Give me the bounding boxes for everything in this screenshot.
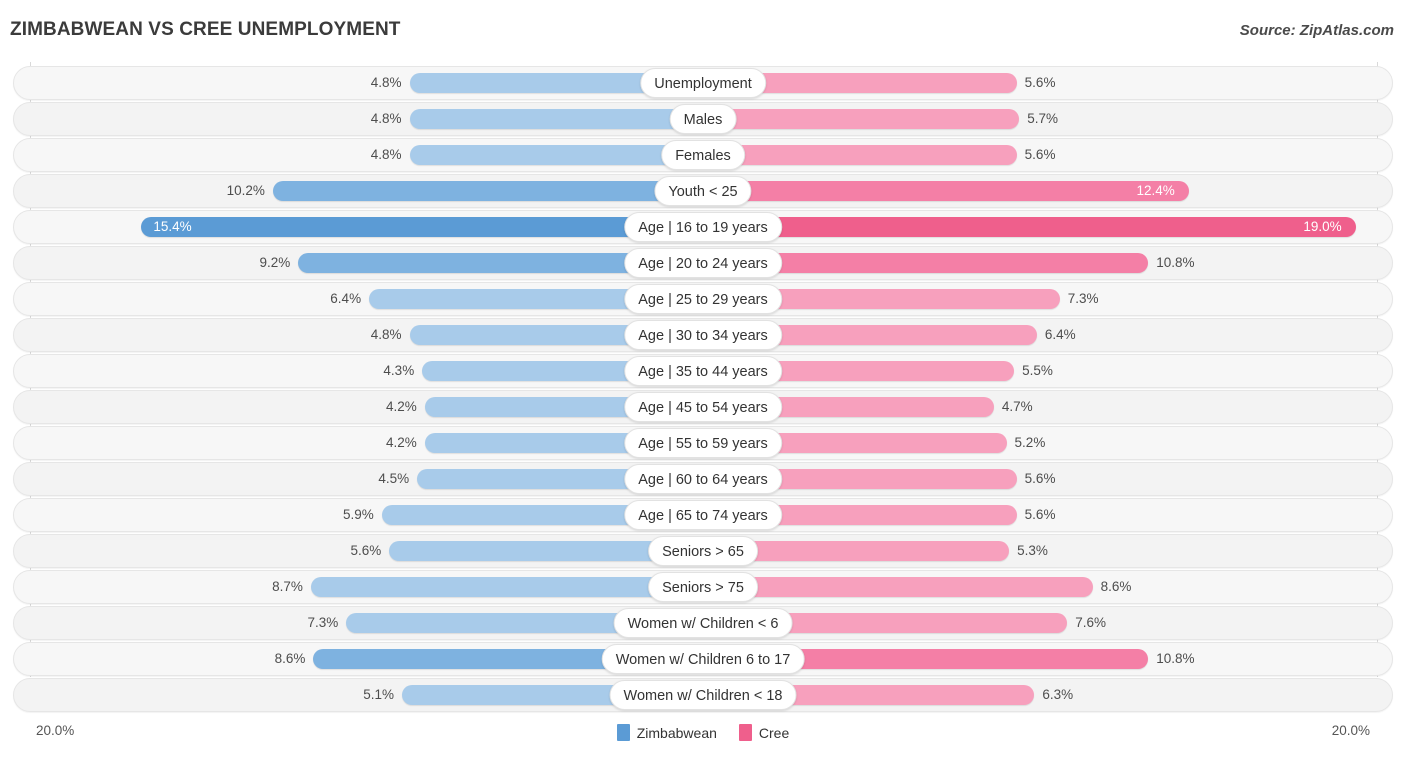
category-label-pill[interactable]: Females (661, 140, 745, 170)
chart-row: 4.8% 6.4% Age | 30 to 34 years (0, 318, 1406, 352)
category-label-pill[interactable]: Seniors > 65 (648, 536, 758, 566)
bar-right-cree (703, 109, 1020, 129)
chart-row: 4.8% 5.6% Unemployment (0, 66, 1406, 100)
value-label-left: 4.5% (378, 471, 410, 486)
chart-row: 10.2% 12.4% Youth < 25 (0, 174, 1406, 208)
bar-left-zimbabwean (409, 109, 703, 129)
category-label-pill[interactable]: Age | 55 to 59 years (624, 428, 782, 458)
value-label-left: 4.8% (370, 147, 402, 162)
chart-row: 5.6% 5.3% Seniors > 65 (0, 534, 1406, 568)
chart-row: 8.7% 8.6% Seniors > 75 (0, 570, 1406, 604)
legend-swatch-icon (616, 724, 630, 741)
chart-row: 4.3% 5.5% Age | 35 to 44 years (0, 354, 1406, 388)
category-label-pill[interactable]: Unemployment (640, 68, 766, 98)
legend-item[interactable]: Zimbabwean (616, 724, 717, 741)
value-label-left: 4.2% (385, 399, 417, 414)
category-label-pill[interactable]: Age | 35 to 44 years (624, 356, 782, 386)
value-label-left: 4.8% (370, 111, 402, 126)
chart-row: 4.5% 5.6% Age | 60 to 64 years (0, 462, 1406, 496)
legend-label: Zimbabwean (636, 724, 717, 741)
value-label-right: 7.3% (1067, 291, 1099, 306)
bar-left-zimbabwean (272, 181, 703, 201)
value-label-left: 4.2% (385, 435, 417, 450)
value-label-left: 4.8% (370, 327, 402, 342)
value-label-right: 6.4% (1044, 327, 1076, 342)
chart-row: 4.2% 4.7% Age | 45 to 54 years (0, 390, 1406, 424)
value-label-left: 4.8% (370, 75, 402, 90)
bar-left-zimbabwean (310, 577, 703, 597)
category-label-pill[interactable]: Age | 16 to 19 years (624, 212, 782, 242)
value-label-right: 19.0% (1303, 219, 1342, 234)
chart-footer: 20.0% 20.0% Zimbabwean Cree (0, 715, 1406, 757)
category-label-pill[interactable]: Seniors > 75 (648, 572, 758, 602)
page-title: ZIMBABWEAN VS CREE UNEMPLOYMENT (10, 19, 401, 40)
chart-row: 8.6% 10.8% Women w/ Children 6 to 17 (0, 642, 1406, 676)
legend-swatch-icon (738, 724, 752, 741)
value-label-right: 5.7% (1027, 111, 1058, 126)
value-label-right: 8.6% (1100, 579, 1132, 594)
chart-row: 5.9% 5.6% Age | 65 to 74 years (0, 498, 1406, 532)
value-label-left: 6.4% (330, 291, 362, 306)
value-label-right: 5.6% (1024, 147, 1056, 162)
chart-row: 6.4% 7.3% Age | 25 to 29 years (0, 282, 1406, 316)
bar-left-zimbabwean (409, 145, 703, 165)
legend-item[interactable]: Cree (738, 724, 790, 741)
category-label-pill[interactable]: Women w/ Children < 18 (609, 680, 797, 710)
category-label-pill[interactable]: Age | 45 to 54 years (624, 392, 782, 422)
value-label-left: 5.9% (342, 507, 374, 522)
legend-label: Cree (758, 724, 790, 741)
value-label-left: 9.2% (259, 255, 291, 270)
value-label-right: 5.6% (1024, 507, 1056, 522)
value-label-right: 7.6% (1075, 615, 1107, 630)
value-label-right: 6.3% (1042, 687, 1074, 702)
chart-root: ZIMBABWEAN VS CREE UNEMPLOYMENT Source: … (0, 0, 1406, 757)
value-label-left: 7.3% (307, 615, 339, 630)
value-label-right: 12.4% (1136, 183, 1175, 198)
value-label-right: 10.8% (1156, 255, 1195, 270)
chart-row: 9.2% 10.8% Age | 20 to 24 years (0, 246, 1406, 280)
category-label-pill[interactable]: Age | 30 to 34 years (624, 320, 782, 350)
diverging-bar-plot: 4.8% 5.6% Unemployment 4.8% 5.7% Males 4.8% 5.6… (0, 62, 1406, 715)
category-label-pill[interactable]: Males (669, 104, 737, 134)
category-label-pill[interactable]: Women w/ Children < 6 (613, 608, 793, 638)
chart-row: 4.8% 5.6% Females (0, 138, 1406, 172)
chart-legend: Zimbabwean Cree (0, 724, 1406, 741)
bar-right-cree (703, 577, 1093, 597)
bar-right-cree (703, 145, 1017, 165)
bar-left-zimbabwean (141, 217, 703, 237)
category-label-pill[interactable]: Age | 20 to 24 years (624, 248, 782, 278)
chart-row: 4.2% 5.2% Age | 55 to 59 years (0, 426, 1406, 460)
category-label-pill[interactable]: Age | 65 to 74 years (624, 500, 782, 530)
chart-row: 15.4% 19.0% Age | 16 to 19 years (0, 210, 1406, 244)
value-label-left: 4.3% (383, 363, 415, 378)
value-label-right: 4.7% (1001, 399, 1033, 414)
value-label-left: 10.2% (226, 183, 265, 198)
source-attribution: Source: ZipAtlas.com (1239, 22, 1394, 39)
value-label-right: 10.8% (1156, 651, 1195, 666)
value-label-right: 5.3% (1017, 543, 1048, 558)
category-label-pill[interactable]: Women w/ Children 6 to 17 (601, 644, 805, 674)
value-label-right: 5.6% (1024, 75, 1056, 90)
category-label-pill[interactable]: Age | 60 to 64 years (624, 464, 782, 494)
chart-row: 4.8% 5.7% Males (0, 102, 1406, 136)
value-label-left: 5.6% (350, 543, 382, 558)
chart-row: 7.3% 7.6% Women w/ Children < 6 (0, 606, 1406, 640)
value-label-right: 5.5% (1022, 363, 1053, 378)
category-label-pill[interactable]: Age | 25 to 29 years (624, 284, 782, 314)
value-label-left: 15.4% (153, 219, 192, 234)
value-label-right: 5.2% (1014, 435, 1046, 450)
value-label-right: 5.6% (1024, 471, 1056, 486)
category-label-pill[interactable]: Youth < 25 (654, 176, 752, 206)
value-label-left: 8.6% (274, 651, 306, 666)
chart-row: 5.1% 6.3% Women w/ Children < 18 (0, 678, 1406, 712)
value-label-left: 5.1% (363, 687, 394, 702)
value-label-left: 8.7% (272, 579, 303, 594)
